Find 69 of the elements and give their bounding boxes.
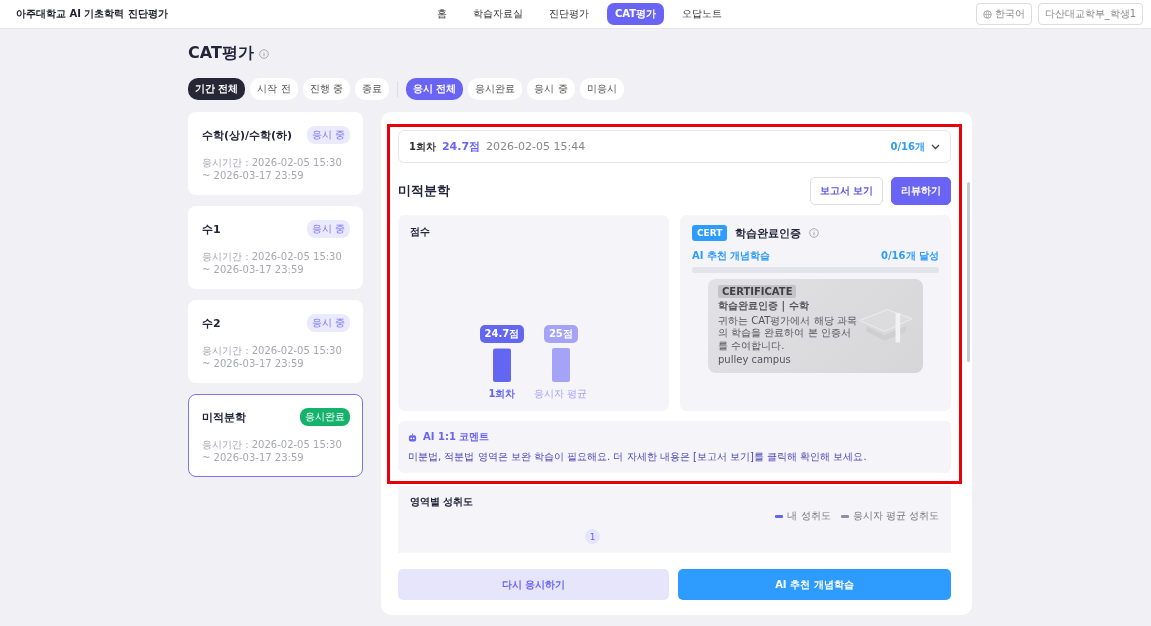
exam-name: 수1 [202,221,221,237]
info-icon[interactable] [258,48,269,59]
score-bar [492,348,511,382]
period-filter[interactable]: 시작 전 [250,78,298,100]
retake-button[interactable]: 다시 응시하기 [398,569,669,600]
exam-card[interactable]: 수2 응시 중 응시기간 : 2026-02-05 15:30 ~ 2026-03-17 23:59 [188,300,363,383]
exam-card[interactable]: 수1 응시 중 응시기간 : 2026-02-05 15:30 ~ 2026-03-17 23:59 [188,206,363,289]
exam-period: 응시기간 : 2026-02-05 15:30 ~ 2026-03-17 23:59 [202,438,343,464]
attempt-round: 1회차 [409,139,436,154]
comment-text: 미분법, 적분법 영역은 보완 학습이 필요해요. 더 자세한 내용은 [보고서 보기]를 클릭해 확인해 보세요. [408,450,868,464]
status-badge: 응시 중 [306,314,350,332]
certificate-body: 귀하는 CAT평가에서 해당 과목의 학습을 완료하여 본 인증서를 수여합니다. [718,314,858,352]
globe-icon [982,9,992,19]
status-badge: 응시완료 [300,408,350,426]
status-filter[interactable]: 응시 전체 [405,78,464,100]
status-filter[interactable]: 응시완료 [468,78,523,100]
app-title: 아주대학교 AI 기초학력 진단평가 [16,7,169,21]
status-badge: 응시 중 [306,126,350,144]
bar-value-label: 25점 [543,325,578,343]
exam-card[interactable]: 미적분학 응시완료 응시기간 : 2026-02-05 15:30 ~ 2026-03-17 23:59 [188,394,363,477]
robot-icon [408,432,417,442]
period-filter[interactable]: 진행 중 [302,78,350,100]
page-number[interactable]: 1 [585,529,600,544]
exam-card[interactable]: 수학(상)/수학(하) 응시 중 응시기간 : 2026-02-05 15:30 ~ 2026-03-17 23:59 [188,112,363,195]
nav-tab[interactable]: 오답노트 [674,3,731,25]
attempt-progress: 0/16개 [890,139,925,154]
info-icon[interactable] [809,228,820,238]
attempt-date: 2026-02-05 15:44 [486,140,586,153]
track-reading: 0/16개 달성 [881,249,939,263]
period-filter[interactable]: 종료 [354,78,389,100]
exam-period: 응시기간 : 2026-02-05 15:30 ~ 2026-03-17 23:59 [202,156,343,182]
achievement-title: 영역별 성취도 [410,495,475,509]
cert-badge: CERT [692,225,728,241]
score-bar [551,348,570,382]
score-title: 점수 [410,225,431,239]
certificate-tag: CERTIFICATE [718,285,797,298]
status-badge: 응시 중 [306,220,350,238]
cert-title: 학습완료인증 [735,225,802,241]
period-filter[interactable]: 기간 전체 [188,78,246,100]
report-button[interactable]: 보고서 보기 [809,177,883,205]
page-title: CAT평가 [188,43,254,64]
track-label: AI 추천 개념학습 [692,249,771,263]
exam-period: 응시기간 : 2026-02-05 15:30 ~ 2026-03-17 23:59 [202,344,343,370]
bar-category-label: 응시자 평균 [534,387,588,401]
attempt-score: 24.7점 [441,139,481,154]
exam-name: 수학(상)/수학(하) [202,127,293,143]
language-button[interactable]: 한국어 [975,3,1032,25]
nav-tab[interactable]: 홈 [428,3,455,25]
exam-name: 수2 [202,315,221,331]
exam-name: 미적분학 [202,409,246,425]
bar-value-label: 24.7점 [479,325,525,343]
subject-title: 미적분학 [398,182,450,200]
status-filter[interactable]: 미응시 [579,78,624,100]
nav-tab[interactable]: 진단평가 [540,3,597,25]
nav-tab[interactable]: 학습자료실 [464,3,531,25]
bar-category-label: 1회차 [488,387,516,401]
legend-label: 응시자 평균 성취도 [852,509,939,523]
scrollbar[interactable] [967,182,970,362]
exam-period: 응시기간 : 2026-02-05 15:30 ~ 2026-03-17 23:59 [202,250,343,276]
comment-title: AI 1:1 코멘트 [423,430,490,444]
user-button[interactable]: 다산대교학부_학생1 [1037,3,1143,25]
review-button[interactable]: 리뷰하기 [891,177,951,205]
chevron-icon [931,143,940,150]
legend-label: 내 성취도 [787,509,831,523]
attempt-selector[interactable]: 1회차 24.7점 2026-02-05 15:44 0/16개 [398,130,951,163]
nav-tab[interactable]: CAT평가 [606,3,665,25]
certificate-brand: pulley campus [718,354,792,367]
status-filter[interactable]: 응시 중 [527,78,575,100]
certificate-heading: 학습완료인증 | 수학 [718,300,810,313]
